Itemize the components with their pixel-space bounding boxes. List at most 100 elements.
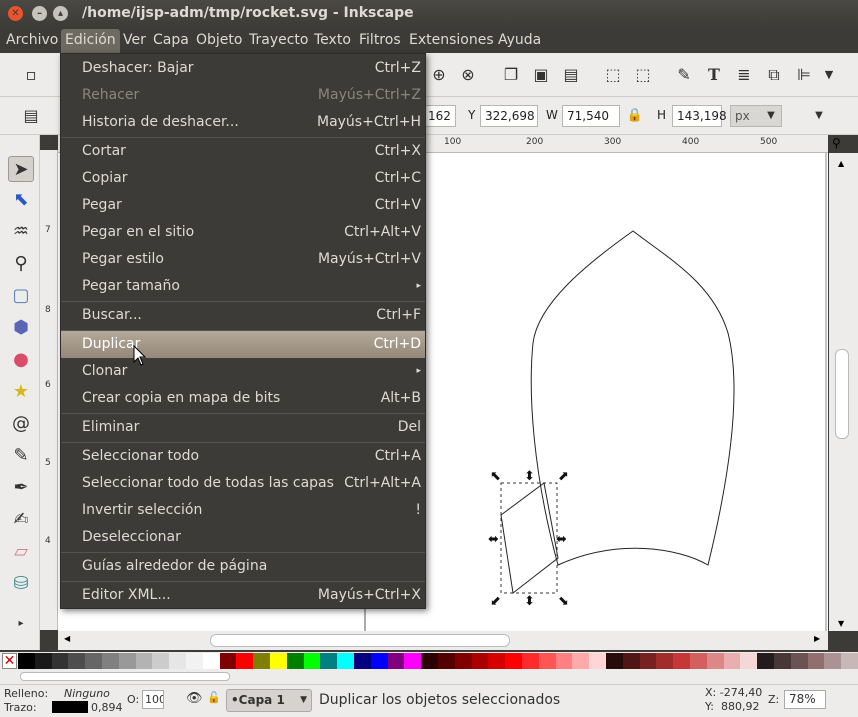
pen-tool-icon[interactable]: ✒: [8, 475, 34, 501]
menu-item-clonar[interactable]: Clonar ▸: [61, 358, 425, 385]
palette-scroll-thumb[interactable]: [20, 672, 230, 681]
menu-item-cortar[interactable]: Cortar Ctrl+X: [61, 138, 425, 165]
color-swatch[interactable]: [51, 653, 69, 669]
color-swatch[interactable]: [118, 653, 136, 669]
layers-icon[interactable]: ≣: [733, 64, 755, 86]
node-tool-icon[interactable]: ⬉: [8, 187, 34, 213]
opacity-field[interactable]: 100: [142, 690, 164, 709]
menu-capa[interactable]: Capa: [153, 32, 189, 48]
menu-texto[interactable]: Texto: [314, 32, 351, 48]
fill-stroke-icon[interactable]: ✎: [673, 64, 695, 86]
select-all-icon[interactable]: ▤: [20, 105, 42, 127]
color-swatch[interactable]: [68, 653, 86, 669]
color-swatch[interactable]: [572, 653, 590, 669]
xml-editor-icon[interactable]: ⧉: [763, 64, 785, 86]
lock-ratio-icon[interactable]: 🔒: [624, 105, 646, 127]
color-swatch[interactable]: [303, 653, 321, 669]
color-swatch[interactable]: [387, 653, 405, 669]
menu-item-seleccionar-todo[interactable]: Seleccionar todo Ctrl+A: [61, 443, 425, 470]
menu-item-crear-copia-en-mapa-de-bits[interactable]: Crear copia en mapa de bits Alt+B: [61, 385, 425, 412]
y-field[interactable]: 322,698: [480, 105, 538, 127]
unit-dropdown-icon[interactable]: ▼: [760, 105, 782, 127]
menu-item-pegar[interactable]: Pegar Ctrl+V: [61, 192, 425, 219]
color-swatch[interactable]: [690, 653, 707, 669]
menu-ayuda[interactable]: Ayuda: [498, 32, 541, 48]
color-swatch[interactable]: [488, 653, 506, 669]
unlink-clone-icon[interactable]: ▤: [560, 64, 582, 86]
color-swatch[interactable]: [135, 653, 153, 669]
star-tool-icon[interactable]: ★: [8, 379, 34, 405]
spiral-tool-icon[interactable]: @: [8, 411, 34, 437]
ungroup-icon[interactable]: ⬚: [632, 64, 654, 86]
color-swatch[interactable]: [169, 653, 187, 669]
color-swatch[interactable]: [202, 653, 220, 669]
close-window-button[interactable]: ✕: [8, 6, 23, 21]
zoom-drawing-icon[interactable]: ⊗: [457, 64, 479, 86]
selector-tool-icon[interactable]: ➤: [8, 156, 34, 182]
color-swatch[interactable]: [807, 653, 825, 669]
menu-item-historia-de-deshacer[interactable]: Historia de deshacer... Mayús+Ctrl+H: [61, 109, 425, 136]
color-swatch[interactable]: [370, 653, 388, 669]
color-swatch[interactable]: [471, 653, 489, 669]
color-swatch[interactable]: [606, 653, 623, 669]
maximize-window-button[interactable]: ▴: [53, 6, 68, 21]
menu-item-pegar-tamaño[interactable]: Pegar tamaño ▸: [61, 273, 425, 300]
tweak-tool-icon[interactable]: ♒: [8, 219, 34, 245]
zoom-tool-icon[interactable]: ⚲: [8, 251, 34, 277]
more-options-icon[interactable]: ▼: [808, 105, 830, 127]
color-swatch[interactable]: [186, 653, 203, 669]
new-document-icon[interactable]: ▫: [20, 64, 42, 86]
layer-selector[interactable]: •Capa 1 ▼: [226, 689, 312, 712]
color-swatch[interactable]: [421, 653, 439, 669]
color-swatch[interactable]: [505, 653, 523, 669]
stroke-width[interactable]: 0,894: [91, 701, 123, 714]
paint-bucket-tool-icon[interactable]: ⛁: [8, 571, 34, 597]
color-swatch[interactable]: [34, 653, 52, 669]
3d-box-tool-icon[interactable]: ⬢: [8, 315, 34, 341]
pencil-tool-icon[interactable]: ✎: [8, 443, 34, 469]
color-swatch[interactable]: [555, 653, 573, 669]
menu-item-seleccionar-todo-de-todas-las-capas[interactable]: Seleccionar todo de todas las capas Ctrl+…: [61, 470, 425, 497]
color-swatch[interactable]: [85, 653, 103, 669]
color-swatch[interactable]: [706, 653, 724, 669]
menu-item-guías-alrededor-de-página[interactable]: Guías alrededor de página: [61, 553, 425, 580]
color-swatch[interactable]: [774, 653, 791, 669]
menu-item-pegar-estilo[interactable]: Pegar estilo Mayús+Ctrl+V: [61, 246, 425, 273]
menu-item-deseleccionar[interactable]: Deseleccionar: [61, 524, 425, 551]
horizontal-scroll-thumb[interactable]: [210, 634, 510, 647]
h-field[interactable]: 143,198: [672, 105, 727, 127]
eye-visibility-icon[interactable]: 👁: [186, 691, 203, 706]
stroke-swatch[interactable]: [52, 701, 88, 713]
menu-item-editor-xml[interactable]: Editor XML... Mayús+Ctrl+X: [61, 582, 425, 609]
color-swatch[interactable]: [824, 653, 842, 669]
color-swatch[interactable]: [219, 653, 237, 669]
no-paint-swatch[interactable]: ✕: [2, 653, 17, 669]
menu-item-pegar-en-el-sitio[interactable]: Pegar en el sitio Ctrl+Alt+V: [61, 219, 425, 246]
color-swatch[interactable]: [320, 653, 338, 669]
layer-lock-icon[interactable]: 🔓: [207, 691, 221, 704]
color-swatch[interactable]: [589, 653, 607, 669]
color-swatch[interactable]: [454, 653, 472, 669]
vertical-scrollbar[interactable]: ▲ ▼: [829, 153, 858, 631]
color-swatch[interactable]: [270, 653, 287, 669]
color-swatch[interactable]: [740, 653, 758, 669]
eraser-tool-icon[interactable]: ▱: [8, 539, 34, 565]
align-distribute-icon[interactable]: ⊫: [793, 64, 815, 86]
color-swatch[interactable]: [538, 653, 556, 669]
scroll-left-icon[interactable]: ◀: [64, 634, 70, 643]
menu-item-deshacer-bajar[interactable]: Deshacer: Bajar Ctrl+Z: [61, 55, 425, 82]
color-swatch[interactable]: [841, 653, 858, 669]
color-swatch[interactable]: [253, 653, 271, 669]
color-swatch[interactable]: [438, 653, 455, 669]
menu-item-buscar[interactable]: Buscar... Ctrl+F: [61, 302, 425, 329]
color-swatch[interactable]: [790, 653, 808, 669]
toolbox-more-icon[interactable]: ▸: [8, 611, 34, 637]
ellipse-tool-icon[interactable]: ●: [8, 347, 34, 373]
menu-item-copiar[interactable]: Copiar Ctrl+C: [61, 165, 425, 192]
color-swatch[interactable]: [522, 653, 539, 669]
palette-scrollbar[interactable]: [0, 670, 858, 684]
color-swatch[interactable]: [236, 653, 254, 669]
scroll-up-icon[interactable]: ▲: [838, 159, 844, 168]
menu-item-rehacer[interactable]: Rehacer Mayús+Ctrl+Z: [61, 82, 425, 109]
calligraphy-tool-icon[interactable]: ✍: [8, 507, 34, 533]
